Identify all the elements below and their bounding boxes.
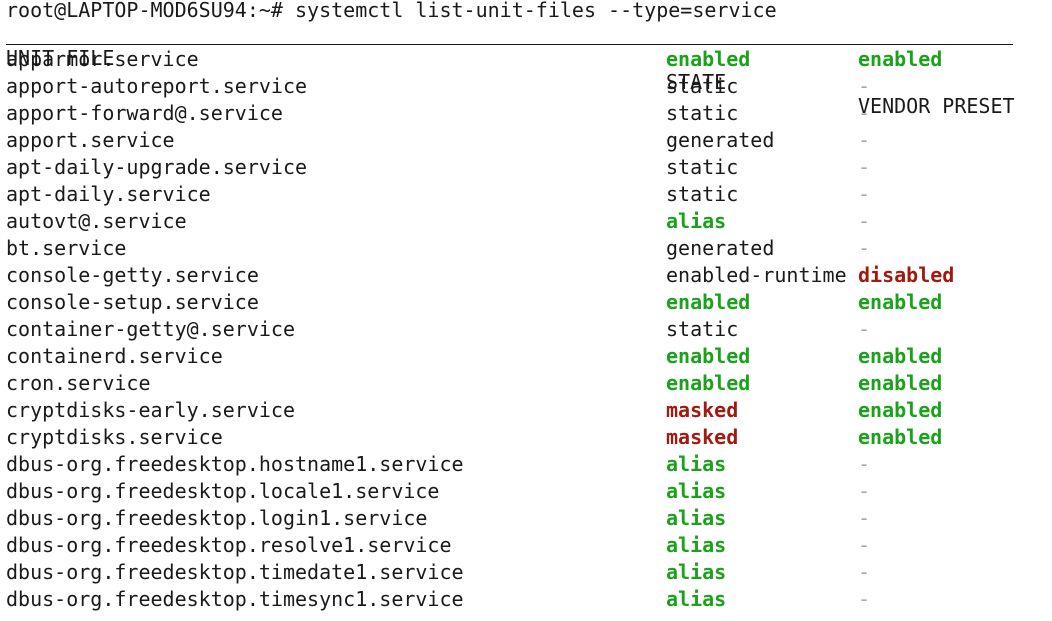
- unit-state: enabled-runtime: [666, 263, 847, 287]
- unit-file-name: apport-forward@.service: [6, 101, 283, 125]
- unit-file-name: apport.service: [6, 128, 175, 152]
- unit-state: alias: [666, 533, 727, 557]
- unit-file-name: apt-daily-upgrade.service: [6, 155, 308, 179]
- unit-file-name: autovt@.service: [6, 209, 187, 233]
- table-row: cron.service enabled enabled: [6, 370, 1046, 397]
- unit-state: enabled: [666, 344, 751, 368]
- unit-state: static: [666, 74, 739, 98]
- unit-file-name: dbus-org.freedesktop.timesync1.service: [6, 587, 464, 611]
- unit-file-name: dbus-org.freedesktop.hostname1.service: [6, 452, 464, 476]
- table-row: apparmor.service enabled enabled: [6, 46, 1046, 73]
- unit-state: alias: [666, 479, 727, 503]
- unit-state: generated: [666, 128, 775, 152]
- unit-state: masked: [666, 398, 739, 422]
- unit-file-name: cryptdisks-early.service: [6, 398, 295, 422]
- unit-state: enabled: [666, 371, 751, 395]
- table-row: dbus-org.freedesktop.locale1.service alia…: [6, 478, 1046, 505]
- unit-state: enabled: [666, 47, 751, 71]
- unit-file-name: console-setup.service: [6, 290, 259, 314]
- table-row: apport.service generated -: [6, 127, 1046, 154]
- vendor-preset: -: [858, 101, 871, 125]
- vendor-preset: -: [858, 317, 871, 341]
- terminal-output: root@LAPTOP-MOD6SU94:~# systemctl list-u…: [6, 0, 1046, 613]
- unit-file-name: cryptdisks.service: [6, 425, 223, 449]
- unit-state: generated: [666, 236, 775, 260]
- vendor-preset: -: [858, 128, 871, 152]
- vendor-preset: -: [858, 587, 871, 611]
- table-row: apt-daily-upgrade.service static -: [6, 154, 1046, 181]
- vendor-preset: enabled: [858, 290, 943, 314]
- vendor-preset: disabled: [858, 263, 955, 287]
- table-row: bt.service generated -: [6, 235, 1046, 262]
- unit-state: alias: [666, 587, 727, 611]
- table-row: console-setup.service enabled enabled: [6, 289, 1046, 316]
- unit-file-name: containerd.service: [6, 344, 223, 368]
- table-row: apport-forward@.service static -: [6, 100, 1046, 127]
- unit-file-name: apparmor.service: [6, 47, 199, 71]
- unit-state: static: [666, 101, 739, 125]
- unit-file-name: console-getty.service: [6, 263, 259, 287]
- table-row: autovt@.service alias -: [6, 208, 1046, 235]
- table-row: cryptdisks-early.service masked enabled: [6, 397, 1046, 424]
- unit-state: static: [666, 155, 739, 179]
- unit-state: enabled: [666, 290, 751, 314]
- table-row: console-getty.service enabled-runtime disa…: [6, 262, 1046, 289]
- unit-file-name: apport-autoreport.service: [6, 74, 308, 98]
- unit-file-name: container-getty@.service: [6, 317, 295, 341]
- unit-state: masked: [666, 425, 739, 449]
- table-row: dbus-org.freedesktop.resolve1.service ali…: [6, 532, 1046, 559]
- table-row: cryptdisks.service masked enabled: [6, 424, 1046, 451]
- unit-file-name: dbus-org.freedesktop.login1.service: [6, 506, 428, 530]
- table-row: container-getty@.service static -: [6, 316, 1046, 343]
- table-header: UNIT FILE STATE VENDOR PRESET: [6, 22, 1046, 118]
- table-row: apport-autoreport.service static -: [6, 73, 1046, 100]
- table-row: apt-daily.service static -: [6, 181, 1046, 208]
- unit-file-name: bt.service: [6, 236, 127, 260]
- table-row: dbus-org.freedesktop.login1.service alias…: [6, 505, 1046, 532]
- vendor-preset: enabled: [858, 371, 943, 395]
- vendor-preset: enabled: [858, 425, 943, 449]
- unit-file-name: dbus-org.freedesktop.timedate1.service: [6, 560, 464, 584]
- table-row: containerd.service enabled enabled: [6, 343, 1046, 370]
- vendor-preset: enabled: [858, 398, 943, 422]
- vendor-preset: -: [858, 74, 871, 98]
- table-row: dbus-org.freedesktop.timedate1.service al…: [6, 559, 1046, 586]
- unit-state: static: [666, 182, 739, 206]
- table-row: dbus-org.freedesktop.hostname1.service al…: [6, 451, 1046, 478]
- unit-state: alias: [666, 452, 727, 476]
- unit-state: static: [666, 317, 739, 341]
- unit-state: alias: [666, 506, 727, 530]
- vendor-preset: -: [858, 209, 871, 233]
- vendor-preset: enabled: [858, 344, 943, 368]
- vendor-preset: -: [858, 506, 871, 530]
- vendor-preset: -: [858, 452, 871, 476]
- unit-state: alias: [666, 209, 727, 233]
- table-row: dbus-org.freedesktop.timesync1.service al…: [6, 586, 1046, 613]
- command-prompt-line: root@LAPTOP-MOD6SU94:~# systemctl list-u…: [6, 0, 777, 22]
- vendor-preset: -: [858, 479, 871, 503]
- header-underline: [6, 44, 1013, 45]
- vendor-preset: -: [858, 182, 871, 206]
- unit-file-name: dbus-org.freedesktop.resolve1.service: [6, 533, 452, 557]
- vendor-preset: enabled: [858, 47, 943, 71]
- vendor-preset: -: [858, 155, 871, 179]
- unit-state: alias: [666, 560, 727, 584]
- unit-file-name: cron.service: [6, 371, 151, 395]
- vendor-preset: -: [858, 236, 871, 260]
- unit-file-list: apparmor.service enabled enabled apport-aut…: [6, 46, 1046, 613]
- unit-file-name: dbus-org.freedesktop.locale1.service: [6, 479, 440, 503]
- vendor-preset: -: [858, 560, 871, 584]
- unit-file-name: apt-daily.service: [6, 182, 211, 206]
- vendor-preset: -: [858, 533, 871, 557]
